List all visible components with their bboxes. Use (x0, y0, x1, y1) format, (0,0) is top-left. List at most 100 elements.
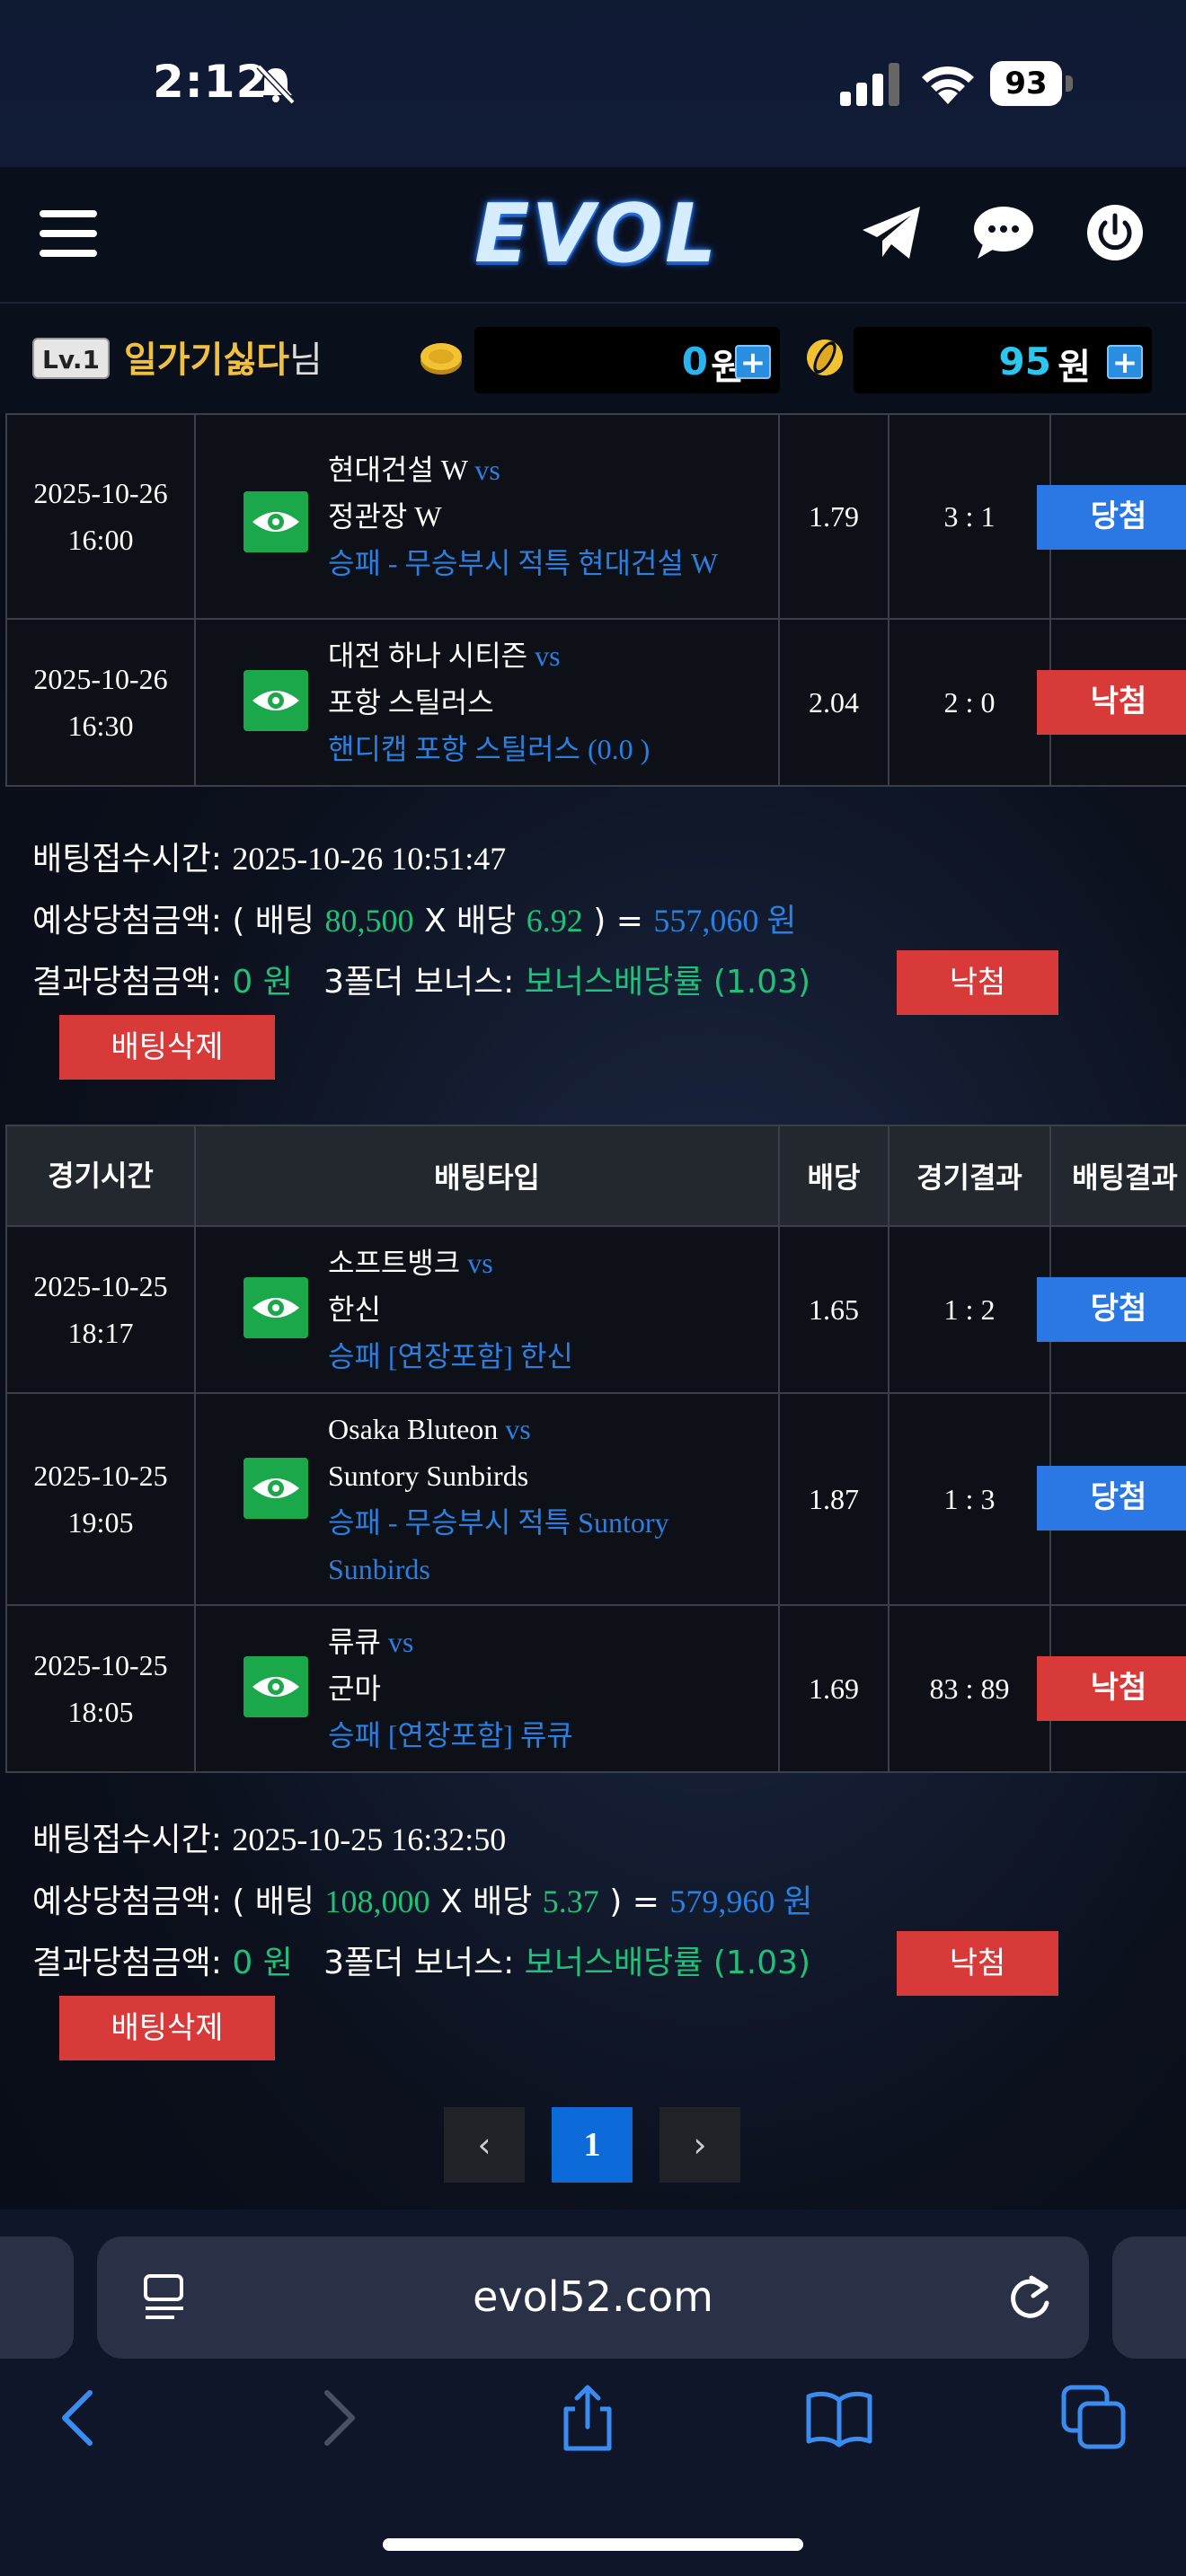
bet-result-cell: 당첨 (1037, 413, 1186, 620)
bet-summary-1: 배팅접수시간: 2025-10-26 10:51:47 예상당첨금액: ( 배팅… (32, 828, 810, 1013)
battery-level: 93 (990, 61, 1062, 106)
table-row: 2025-10-25 18:17 소프트뱅크 vs 한신 승패 [연장포함] 한신… (5, 1225, 1186, 1394)
chat-icon[interactable] (972, 205, 1035, 260)
delete-bet-button[interactable]: 배팅삭제 (59, 1015, 275, 1080)
bet-status-badge: 낙첨 (897, 950, 1058, 1015)
match-time: 2025-10-25 18:05 (5, 1604, 196, 1773)
table-row: 2025-10-25 19:05 Osaka Bluteon vs Suntory… (5, 1392, 1186, 1606)
odds: 1.69 (778, 1604, 890, 1773)
pagination-prev-button[interactable]: ‹ (444, 2107, 525, 2183)
bet-time-line: 배팅접수시간: 2025-10-26 10:51:47 (32, 841, 507, 878)
bet-type: 승패 [연장포함] 류큐 (328, 1719, 573, 1751)
point-convert-button[interactable]: + (1107, 345, 1143, 379)
result-badge-win: 당첨 (1037, 1277, 1186, 1342)
table-row: 2025-10-25 18:05 류큐 vs 군마 승패 [연장포함] 류큐 1.… (5, 1604, 1186, 1773)
home-team: 현대건설 W (328, 454, 468, 486)
header-match-result: 경기결과 (888, 1125, 1051, 1227)
vs-label: vs (387, 1626, 414, 1658)
power-icon[interactable] (1085, 203, 1145, 262)
point-value: 95 (998, 340, 1051, 384)
point-unit: 원 (1058, 347, 1091, 388)
url-text[interactable]: evol52.com (97, 2272, 1089, 2321)
table-row: 2025-10-26 16:00 현대건설 W vs 정관장 W 승패 - 무승부… (5, 413, 1186, 620)
bet-slip-2-table: 경기시간 배팅타입 배당 경기결과 배팅결과 2025-10-25 18:17 소… (5, 1125, 1186, 1773)
back-icon[interactable] (43, 2382, 115, 2454)
result-badge-win: 당첨 (1037, 1466, 1186, 1531)
away-team: 군마 (328, 1672, 381, 1705)
odds: 1.65 (778, 1225, 890, 1394)
odds: 1.79 (778, 413, 890, 620)
bet-status-badge: 낙첨 (897, 1931, 1058, 1996)
bet-type-cell: 대전 하나 시티즌 vs 포항 스틸러스 핸디캡 포항 스틸러스 (0.0 ) (194, 618, 780, 787)
result-badge-lose: 낙첨 (1037, 670, 1186, 735)
pagination-page-1[interactable]: 1 (552, 2107, 633, 2183)
deposit-button[interactable]: + (735, 345, 771, 379)
status-time: 2:12 (153, 56, 269, 108)
bet-type-cell: 류큐 vs 군마 승패 [연장포함] 류큐 (194, 1604, 780, 1773)
away-team: 정관장 W (328, 500, 442, 533)
next-tab-preview[interactable] (1112, 2236, 1186, 2359)
home-team: 소프트뱅크 (328, 1247, 461, 1279)
share-icon[interactable] (552, 2382, 624, 2454)
vs-label: vs (474, 454, 500, 486)
match-score: 3 : 1 (888, 413, 1051, 620)
username-suffix: 님 (289, 340, 323, 381)
previous-tab-preview[interactable] (0, 2236, 74, 2359)
evol-logo[interactable]: EVOL (474, 187, 716, 282)
expected-win-line: 예상당첨금액: ( 배팅 80,500 X 배당 6.92 ) = 557,06… (32, 903, 797, 940)
home-team: Osaka Bluteon (328, 1413, 499, 1445)
bookmarks-icon[interactable] (803, 2382, 875, 2454)
away-team: Suntory Sunbirds (328, 1460, 529, 1492)
bet-summary-2: 배팅접수시간: 2025-10-25 16:32:50 예상당첨금액: ( 배팅… (32, 1809, 812, 1994)
result-badge-lose: 낙첨 (1037, 1656, 1186, 1721)
bet-type: 승패 - 무승부시 적특 Suntory Sunbirds (328, 1506, 669, 1585)
match-time: 2025-10-25 18:17 (5, 1225, 196, 1394)
match-score: 1 : 2 (888, 1225, 1051, 1394)
bet-result-cell: 낙첨 (1037, 618, 1186, 787)
home-team: 대전 하나 시티즌 (328, 640, 528, 672)
menu-icon[interactable] (40, 210, 97, 259)
browser-toolbar: evol52.com (0, 2210, 1186, 2576)
home-team: 류큐 (328, 1626, 381, 1658)
pagination-next-button[interactable]: › (659, 2107, 740, 2183)
match-time: 2025-10-25 19:05 (5, 1392, 196, 1606)
bet-type-cell: 현대건설 W vs 정관장 W 승패 - 무승부시 적특 현대건설 W (194, 413, 780, 620)
app-header: EVOL (0, 167, 1186, 302)
telegram-icon[interactable] (861, 203, 924, 262)
username-name: 일가기싫다 (124, 340, 289, 381)
vs-label: vs (467, 1247, 493, 1279)
result-win-line: 결과당첨금액: 0 원 3폴더 보너스: 보너스배당률 (1.03) (32, 964, 811, 1001)
header-match-time: 경기시간 (5, 1125, 196, 1227)
eye-icon[interactable] (243, 491, 308, 552)
bet-type: 핸디캡 포항 스틸러스 (0.0 ) (328, 733, 651, 765)
forward-icon (324, 2390, 355, 2446)
bet-type-cell: Osaka Bluteon vs Suntory Sunbirds 승패 - 무… (194, 1392, 780, 1606)
home-indicator[interactable] (383, 2538, 803, 2551)
reload-icon[interactable] (1005, 2272, 1055, 2323)
bet-type: 승패 - 무승부시 적특 현대건설 W (328, 547, 719, 579)
match-score: 2 : 0 (888, 618, 1051, 787)
eye-icon[interactable] (243, 1277, 308, 1338)
match-score: 83 : 89 (888, 1604, 1051, 1773)
bet-result-cell: 낙첨 (1037, 1604, 1186, 1773)
bet-type-cell: 소프트뱅크 vs 한신 승패 [연장포함] 한신 (194, 1225, 780, 1394)
bet-slip-1-table: 2025-10-26 16:00 현대건설 W vs 정관장 W 승패 - 무승부… (5, 413, 1186, 787)
delete-bet-button[interactable]: 배팅삭제 (59, 1996, 275, 2060)
point-balance: 95 원 + (854, 327, 1152, 393)
eye-icon[interactable] (243, 670, 308, 731)
eye-icon[interactable] (243, 1656, 308, 1717)
cellular-signal-icon (840, 63, 899, 106)
tabs-icon[interactable] (1058, 2382, 1130, 2454)
user-bar: Lv.1 일가기싫다님 0 원 + 95 원 + (0, 302, 1186, 415)
point-chip-icon (807, 340, 843, 375)
status-bar: 2:12 93 (0, 0, 1186, 167)
coin-icon (420, 343, 462, 375)
vs-label: vs (535, 640, 561, 672)
match-score: 1 : 3 (888, 1392, 1051, 1606)
odds: 2.04 (778, 618, 890, 787)
table-row: 2025-10-26 16:30 대전 하나 시티즌 vs 포항 스틸러스 핸디캡… (5, 618, 1186, 787)
money-balance: 0 원 + (474, 327, 780, 393)
header-bet-result: 배팅결과 (1049, 1125, 1186, 1227)
eye-icon[interactable] (243, 1458, 308, 1519)
address-bar[interactable]: evol52.com (97, 2236, 1089, 2359)
